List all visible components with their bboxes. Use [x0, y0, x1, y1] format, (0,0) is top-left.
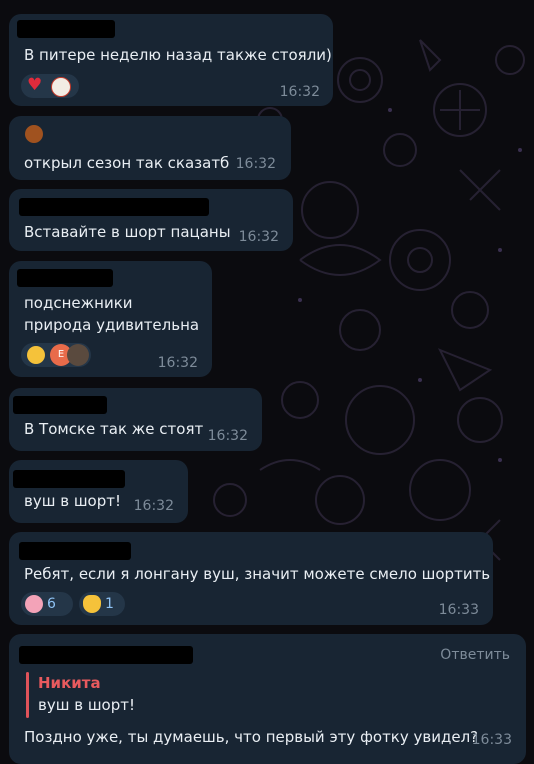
- message-text: В Томске так же стоят: [24, 420, 204, 438]
- message-time: 16:33: [471, 732, 512, 748]
- message-text: В питере неделю назад также стояли): [24, 46, 332, 64]
- sender-name-redacted: [13, 470, 125, 488]
- message-text-line-1: подснежники: [24, 294, 133, 312]
- message-time: 16:32: [207, 428, 248, 444]
- message-bubble[interactable]: подснежники природа удивительна E 16:32: [9, 261, 212, 377]
- sender-name-redacted: [19, 646, 193, 664]
- sender-name-redacted: [19, 542, 131, 560]
- sender-name-redacted: [19, 198, 209, 216]
- reply-author: Никита: [38, 674, 101, 692]
- monkey-emoji-icon: [25, 125, 43, 143]
- message-text-line-2: природа удивительна: [24, 316, 200, 334]
- heart-emoji-icon: ♥: [27, 75, 43, 95]
- message-time: 16:32: [133, 498, 174, 514]
- message-text: Ребят, если я лонгану вуш, значит можете…: [24, 565, 491, 583]
- reaction-count: 1: [105, 596, 114, 612]
- message-bubble[interactable]: вуш в шорт! 16:32: [9, 460, 188, 523]
- reply-quoted-text: вуш в шорт!: [38, 696, 135, 714]
- message-bubble[interactable]: В питере неделю назад также стояли) ♥ 16…: [9, 14, 333, 106]
- message-bubble[interactable]: Ребят, если я лонгану вуш, значит можете…: [9, 532, 493, 625]
- sticker-emoji-icon: [51, 77, 71, 97]
- reaction-pig[interactable]: 6: [21, 592, 73, 616]
- message-text: Вставайте в шорт пацаны: [24, 223, 231, 241]
- reaction-group[interactable]: E: [21, 343, 91, 367]
- ok-hand-emoji-icon: [83, 595, 101, 613]
- message-time: 16:33: [438, 602, 479, 618]
- reply-button[interactable]: Ответить: [440, 647, 510, 663]
- message-bubble[interactable]: В Томске так же стоят 16:32: [9, 388, 262, 451]
- reaction-count: 6: [47, 596, 56, 612]
- message-text: открыл сезон так сказатб: [24, 154, 230, 172]
- message-time: 16:32: [238, 229, 279, 245]
- sender-name-redacted: [13, 396, 107, 414]
- pig-emoji-icon: [25, 595, 43, 613]
- reaction-ok-hand[interactable]: 1: [79, 592, 125, 616]
- message-time: 16:32: [235, 156, 276, 172]
- sender-name-redacted: [17, 269, 113, 287]
- reply-quote-bar: [26, 672, 29, 718]
- user-avatar-photo: [67, 344, 89, 366]
- message-time: 16:32: [279, 84, 320, 100]
- message-bubble[interactable]: Вставайте в шорт пацаны 16:32: [9, 189, 293, 251]
- message-time: 16:32: [157, 355, 198, 371]
- message-bubble[interactable]: открыл сезон так сказатб 16:32: [9, 116, 291, 180]
- message-text: вуш в шорт!: [24, 492, 121, 510]
- reaction-heart[interactable]: ♥: [21, 74, 79, 98]
- cowboy-emoji-icon: [27, 346, 45, 364]
- sender-name-redacted: [17, 20, 115, 38]
